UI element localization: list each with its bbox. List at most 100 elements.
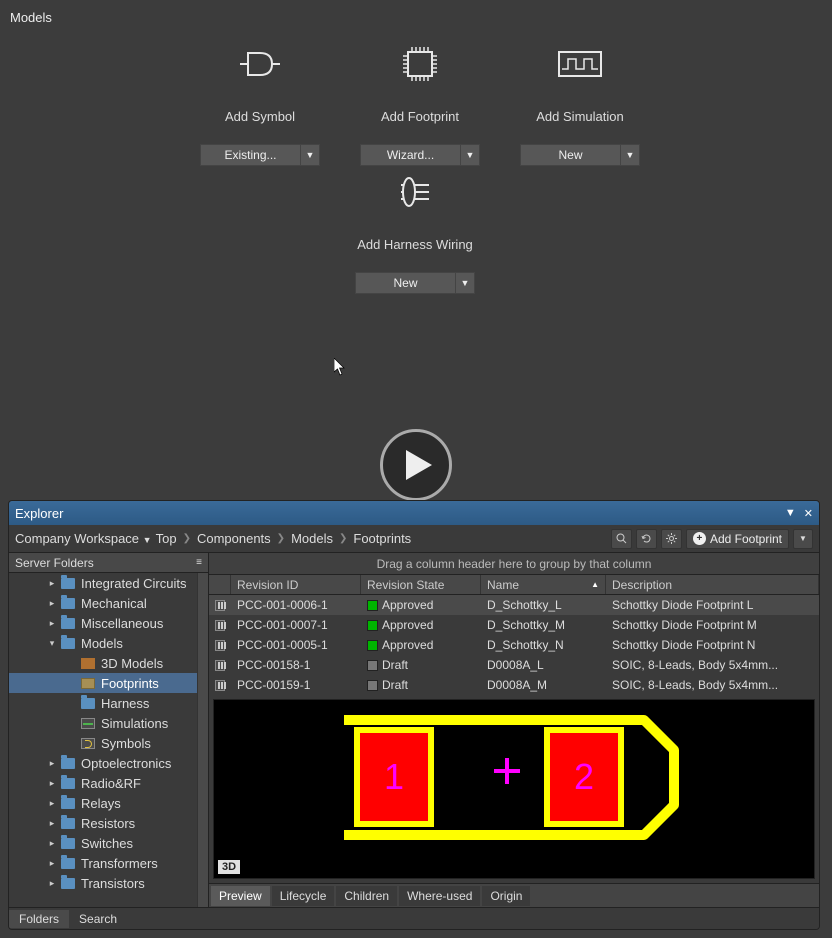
add-symbol-label: Add Symbol bbox=[225, 100, 295, 134]
footprint-preview: 1 2 bbox=[334, 710, 684, 845]
column-name[interactable]: Name▲ bbox=[481, 575, 606, 594]
explorer-toolbar: Company Workspace ▼ Top ❯ Components ❯ M… bbox=[9, 525, 819, 553]
harness-connector-icon bbox=[391, 168, 439, 216]
refresh-button[interactable] bbox=[636, 529, 657, 549]
add-footprint-label: Add Footprint bbox=[381, 100, 459, 134]
folder-icon bbox=[61, 578, 75, 589]
caret-right-icon: ▸ bbox=[47, 838, 57, 849]
footprint-row-icon bbox=[215, 660, 225, 671]
folder-icon bbox=[61, 798, 75, 809]
workspace-selector[interactable]: Company Workspace ▼ bbox=[15, 531, 152, 546]
tree-item-switches[interactable]: ▸Switches bbox=[9, 833, 208, 853]
breadcrumb-item[interactable]: Models bbox=[291, 531, 333, 546]
tab-where-used[interactable]: Where-used bbox=[399, 886, 480, 906]
footer-tab-folders[interactable]: Folders bbox=[9, 910, 69, 928]
tree-item-optoelectronics[interactable]: ▸Optoelectronics bbox=[9, 753, 208, 773]
column-icon[interactable] bbox=[209, 575, 231, 594]
add-simulation-card: Add Simulation New ▼ bbox=[520, 40, 640, 166]
add-footprint-dropdown[interactable]: Wizard... ▼ bbox=[360, 144, 480, 166]
footprint-row-icon bbox=[215, 680, 225, 691]
model-cards-row2: Add Harness Wiring New ▼ bbox=[355, 168, 475, 294]
explorer-title-text: Explorer bbox=[15, 506, 63, 521]
tree-item-models[interactable]: ▾Models bbox=[9, 633, 208, 653]
add-footprint-dropdown-caret[interactable]: ▼ bbox=[793, 529, 813, 549]
tree-item-footprints[interactable]: Footprints bbox=[9, 673, 208, 693]
column-description[interactable]: Description bbox=[606, 575, 819, 594]
threed-icon bbox=[81, 658, 95, 669]
folder-icon bbox=[61, 758, 75, 769]
state-indicator-icon bbox=[367, 660, 378, 671]
server-folders-tree: Server Folders ≡ ▸Integrated Circuits▸Me… bbox=[9, 553, 209, 907]
state-indicator-icon bbox=[367, 620, 378, 631]
state-indicator-icon bbox=[367, 640, 378, 651]
caret-right-icon: ▸ bbox=[47, 878, 57, 889]
folder-icon bbox=[61, 858, 75, 869]
footprint-pad-1: 1 bbox=[354, 727, 434, 827]
table-row[interactable]: PCC-00159-1DraftD0008A_MSOIC, 8-Leads, B… bbox=[209, 675, 819, 695]
plus-icon: + bbox=[693, 532, 706, 545]
preview-tabs: PreviewLifecycleChildrenWhere-usedOrigin bbox=[209, 883, 819, 907]
caret-right-icon: ▸ bbox=[47, 578, 57, 589]
footprint-chip-icon bbox=[396, 40, 444, 88]
preview-3d-toggle[interactable]: 3D bbox=[218, 860, 240, 874]
breadcrumb-item[interactable]: Footprints bbox=[353, 531, 411, 546]
breadcrumb-item[interactable]: Top bbox=[156, 531, 177, 546]
footprint-row-icon bbox=[215, 600, 225, 611]
close-icon[interactable]: ✕ bbox=[804, 507, 813, 520]
models-pane: Models Add Symbol Existing... ▼ Add Foot… bbox=[0, 0, 832, 470]
table-row[interactable]: PCC-001-0006-1ApprovedD_Schottky_LSchott… bbox=[209, 595, 819, 615]
search-button[interactable] bbox=[611, 529, 632, 549]
play-icon bbox=[406, 450, 432, 480]
add-footprint-button[interactable]: + Add Footprint bbox=[686, 529, 789, 549]
settings-button[interactable] bbox=[661, 529, 682, 549]
table-row[interactable]: PCC-001-0005-1ApprovedD_Schottky_NSchott… bbox=[209, 635, 819, 655]
grid-headers: Revision ID Revision State Name▲ Descrip… bbox=[209, 575, 819, 595]
grid-panel: Drag a column header here to group by th… bbox=[209, 553, 819, 907]
caret-right-icon: ▸ bbox=[47, 818, 57, 829]
folder-icon bbox=[61, 618, 75, 629]
add-symbol-dropdown[interactable]: Existing... ▼ bbox=[200, 144, 320, 166]
tab-children[interactable]: Children bbox=[336, 886, 397, 906]
chevron-right-icon: ❯ bbox=[183, 533, 191, 544]
collapse-icon[interactable]: ≡ bbox=[196, 557, 202, 568]
tab-origin[interactable]: Origin bbox=[482, 886, 530, 906]
add-harness-dropdown[interactable]: New ▼ bbox=[355, 272, 475, 294]
caret-right-icon: ▸ bbox=[47, 798, 57, 809]
play-button[interactable] bbox=[380, 429, 452, 501]
table-row[interactable]: PCC-00158-1DraftD0008A_LSOIC, 8-Leads, B… bbox=[209, 655, 819, 675]
tree-header: Server Folders ≡ bbox=[9, 553, 208, 573]
tab-lifecycle[interactable]: Lifecycle bbox=[272, 886, 335, 906]
breadcrumb-item[interactable]: Components bbox=[197, 531, 271, 546]
tree-item-harness[interactable]: Harness bbox=[9, 693, 208, 713]
footer-tab-search[interactable]: Search bbox=[69, 910, 127, 928]
breadcrumb: Company Workspace ▼ Top ❯ Components ❯ M… bbox=[15, 531, 607, 546]
tree-item-transistors[interactable]: ▸Transistors bbox=[9, 873, 208, 893]
tab-preview[interactable]: Preview bbox=[211, 886, 270, 906]
tree-item-symbols[interactable]: Symbols bbox=[9, 733, 208, 753]
tree-item-relays[interactable]: ▸Relays bbox=[9, 793, 208, 813]
chevron-down-icon: ▼ bbox=[456, 273, 474, 293]
tree-item-miscellaneous[interactable]: ▸Miscellaneous bbox=[9, 613, 208, 633]
table-row[interactable]: PCC-001-0007-1ApprovedD_Schottky_MSchott… bbox=[209, 615, 819, 635]
folder-icon bbox=[61, 638, 75, 649]
tree-item-3d-models[interactable]: 3D Models bbox=[9, 653, 208, 673]
footprint-row-icon bbox=[215, 620, 225, 631]
tree-item-simulations[interactable]: Simulations bbox=[9, 713, 208, 733]
chevron-right-icon: ❯ bbox=[339, 533, 347, 544]
cursor-icon bbox=[334, 358, 346, 376]
chevron-down-icon: ▼ bbox=[301, 145, 319, 165]
model-cards-row1: Add Symbol Existing... ▼ Add Footprint W… bbox=[200, 40, 640, 166]
add-simulation-dropdown[interactable]: New ▼ bbox=[520, 144, 640, 166]
column-revision-id[interactable]: Revision ID bbox=[231, 575, 361, 594]
chevron-down-icon: ▼ bbox=[621, 145, 639, 165]
tree-item-integrated-circuits[interactable]: ▸Integrated Circuits bbox=[9, 573, 208, 593]
column-revision-state[interactable]: Revision State bbox=[361, 575, 481, 594]
tree-item-transformers[interactable]: ▸Transformers bbox=[9, 853, 208, 873]
tree-item-mechanical[interactable]: ▸Mechanical bbox=[9, 593, 208, 613]
add-simulation-label: Add Simulation bbox=[536, 100, 623, 134]
folder-icon bbox=[61, 838, 75, 849]
dropdown-icon[interactable]: ▼ bbox=[785, 507, 796, 520]
caret-right-icon: ▸ bbox=[47, 778, 57, 789]
tree-item-resistors[interactable]: ▸Resistors bbox=[9, 813, 208, 833]
tree-item-radio-rf[interactable]: ▸Radio&RF bbox=[9, 773, 208, 793]
